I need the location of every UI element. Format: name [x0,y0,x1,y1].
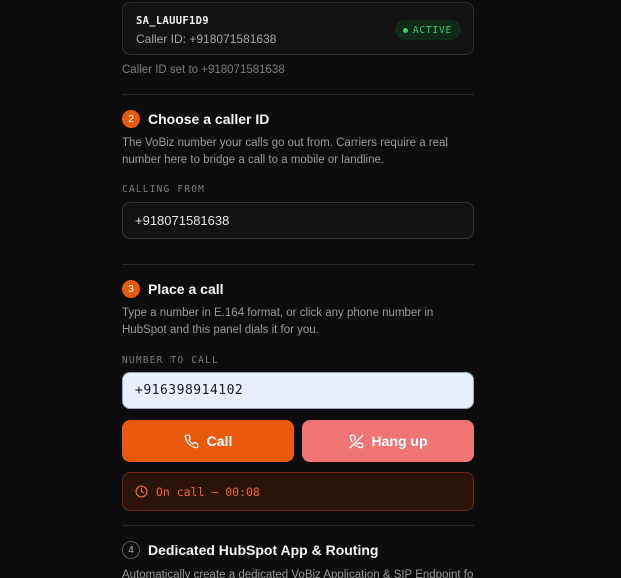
caller-id-line: Caller ID: +918071581638 [136,32,277,46]
caller-id-note: Caller ID set to +918071581638 [122,64,285,76]
call-button-label: Call [206,433,233,449]
call-status-banner: On call — 00:08 [122,472,474,511]
account-card: SA_LAUUF1D9 Caller ID: +918071581638 ACT… [122,2,474,55]
number-to-call-input[interactable]: +916398914102 [122,372,474,409]
status-dot-icon [402,27,408,33]
phone-off-icon [349,434,363,448]
account-id: SA_LAUUF1D9 [136,15,209,27]
step-3-description: Type a number in E.164 format, or click … [122,307,434,336]
call-status-text: On call — 00:08 [156,484,260,499]
divider [122,525,474,526]
divider [122,94,474,95]
clock-icon [135,485,148,498]
status-badge: ACTIVE [394,20,461,40]
step-3-title: Place a call [148,281,224,297]
hangup-button-label: Hang up [371,433,428,449]
call-button[interactable]: Call [122,420,294,462]
step-3-number: 3 [122,280,140,298]
step-2-title: Choose a caller ID [148,111,270,127]
step-4-description: Automatically create a dedicated VoBiz A… [122,569,474,578]
hangup-button[interactable]: Hang up [302,420,474,462]
divider [122,264,474,265]
step-4-number: 4 [122,541,140,559]
calling-from-value: +918071581638 [135,213,230,228]
phone-icon [184,434,199,448]
number-to-call-label: NUMBER TO CALL [122,355,219,366]
step-2-number: 2 [122,110,140,128]
calling-from-label: CALLING FROM [122,184,206,195]
status-badge-label: ACTIVE [412,24,452,36]
step-2-description: The VoBiz number your calls go out from.… [122,137,448,166]
calling-from-select[interactable]: +918071581638 [122,202,474,239]
step-4-title: Dedicated HubSpot App & Routing [148,542,379,558]
number-to-call-value: +916398914102 [135,383,244,398]
